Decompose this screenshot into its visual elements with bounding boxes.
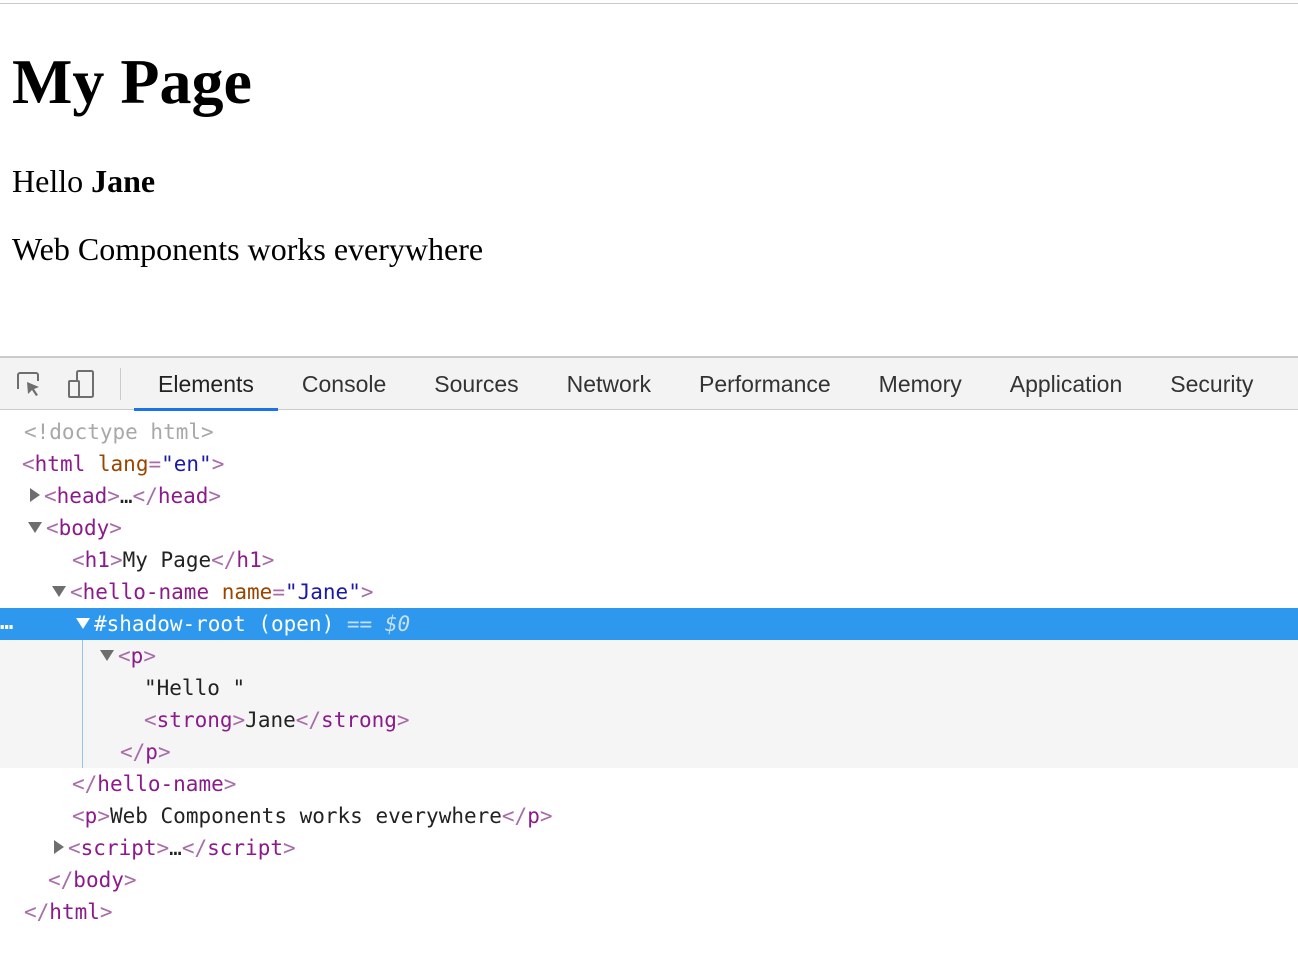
p-tag: p — [130, 644, 144, 668]
row-actions-icon[interactable]: … — [0, 608, 13, 638]
device-toolbar-icon[interactable] — [66, 369, 96, 399]
tree-row-body[interactable]: <body> — [0, 512, 1298, 544]
tree-row-html[interactable]: <html lang="en"> — [0, 448, 1298, 480]
p2-text: Web Components works everywhere — [109, 804, 502, 828]
tree-row-strong[interactable]: <strong>Jane</strong> — [0, 704, 1298, 736]
tab-network[interactable]: Network — [543, 358, 675, 410]
strong-text: Jane — [245, 708, 296, 732]
head-close-tag: head — [157, 484, 209, 508]
devtools-tabs: Elements Console Sources Network Perform… — [134, 358, 1277, 411]
body-close-tag: body — [73, 868, 124, 892]
devtools-toolbar: Elements Console Sources Network Perform… — [0, 356, 1298, 411]
script-ellipsis: … — [169, 836, 182, 860]
tab-memory[interactable]: Memory — [855, 358, 986, 410]
select-element-icon[interactable] — [14, 369, 44, 399]
tree-row-hello-text[interactable]: "Hello " — [0, 672, 1298, 704]
toolbar-divider — [120, 368, 121, 400]
page-title: My Page — [12, 46, 252, 117]
html-tag: html — [34, 452, 86, 476]
tree-row-p-close[interactable]: </p> — [0, 736, 1298, 768]
tree-row-shadow-root[interactable]: … #shadow-root (open) == $0 — [0, 608, 1298, 640]
tree-row-p2[interactable]: <p>Web Components works everywhere</p> — [0, 800, 1298, 832]
html-close-tag: html — [49, 900, 100, 924]
hello-name-value: "Jane" — [284, 580, 361, 604]
tree-row-h1[interactable]: <h1>My Page</h1> — [0, 544, 1298, 576]
tab-console[interactable]: Console — [278, 358, 410, 410]
tab-sources[interactable]: Sources — [410, 358, 542, 410]
hello-name-close-tag: hello-name — [97, 772, 224, 796]
html-lang-value: "en" — [161, 452, 212, 476]
selected-var: $0 — [384, 612, 411, 636]
tab-performance[interactable]: Performance — [675, 358, 855, 410]
greeting-name: Jane — [91, 163, 156, 199]
tree-row-hello-name-close[interactable]: </hello-name> — [0, 768, 1298, 800]
top-border — [0, 3, 1298, 4]
body-tag: body — [58, 516, 110, 540]
hello-greeting: Hello Jane — [12, 162, 155, 200]
h1-close-tag: h1 — [236, 548, 262, 572]
selected-equals: == — [346, 612, 373, 636]
p2-close-tag: p — [527, 804, 540, 828]
tree-row-html-close[interactable]: </html> — [0, 896, 1298, 928]
head-ellipsis: … — [119, 484, 133, 508]
tree-row-script[interactable]: <script>…</script> — [0, 832, 1298, 864]
devtools-panel: Elements Console Sources Network Perform… — [0, 356, 1298, 972]
collapse-arrow-icon[interactable] — [28, 521, 42, 533]
p-close-tag: p — [145, 740, 158, 764]
shadow-root-label: #shadow-root (open) — [94, 612, 335, 636]
h1-text: My Page — [122, 548, 212, 572]
tree-row-body-close[interactable]: </body> — [0, 864, 1298, 896]
script-tag: script — [80, 836, 157, 860]
h1-tag: h1 — [84, 548, 110, 572]
tree-row-hello-name[interactable]: <hello-name name="Jane"> — [0, 576, 1298, 608]
tab-application[interactable]: Application — [986, 358, 1147, 410]
head-tag: head — [56, 484, 108, 508]
expand-arrow-icon[interactable] — [54, 840, 64, 854]
greeting-prefix: Hello — [12, 163, 92, 199]
html-lang-attr: lang — [97, 452, 149, 476]
tree-row-shadow-p[interactable]: <p> — [0, 640, 1298, 672]
elements-dom-tree: <!doctype html> <html lang="en"> <head>…… — [0, 416, 1298, 972]
collapse-arrow-icon[interactable] — [76, 617, 90, 629]
tab-security[interactable]: Security — [1146, 358, 1277, 410]
tree-row-doctype[interactable]: <!doctype html> — [0, 416, 1298, 448]
tab-elements[interactable]: Elements — [134, 358, 278, 411]
hello-text-node: "Hello " — [144, 676, 246, 700]
hello-name-tag: hello-name — [82, 580, 210, 604]
hello-name-attr: name — [221, 580, 273, 604]
tree-row-head[interactable]: <head>…</head> — [0, 480, 1298, 512]
doctype-text: <!doctype html> — [24, 420, 214, 444]
tagline: Web Components works everywhere — [12, 231, 484, 267]
collapse-arrow-icon[interactable] — [52, 585, 66, 597]
strong-close-tag: strong — [321, 708, 397, 732]
expand-arrow-icon[interactable] — [30, 488, 40, 502]
strong-tag: strong — [156, 708, 233, 732]
script-close-tag: script — [207, 836, 283, 860]
p2-tag: p — [84, 804, 98, 828]
collapse-arrow-icon[interactable] — [100, 649, 114, 661]
